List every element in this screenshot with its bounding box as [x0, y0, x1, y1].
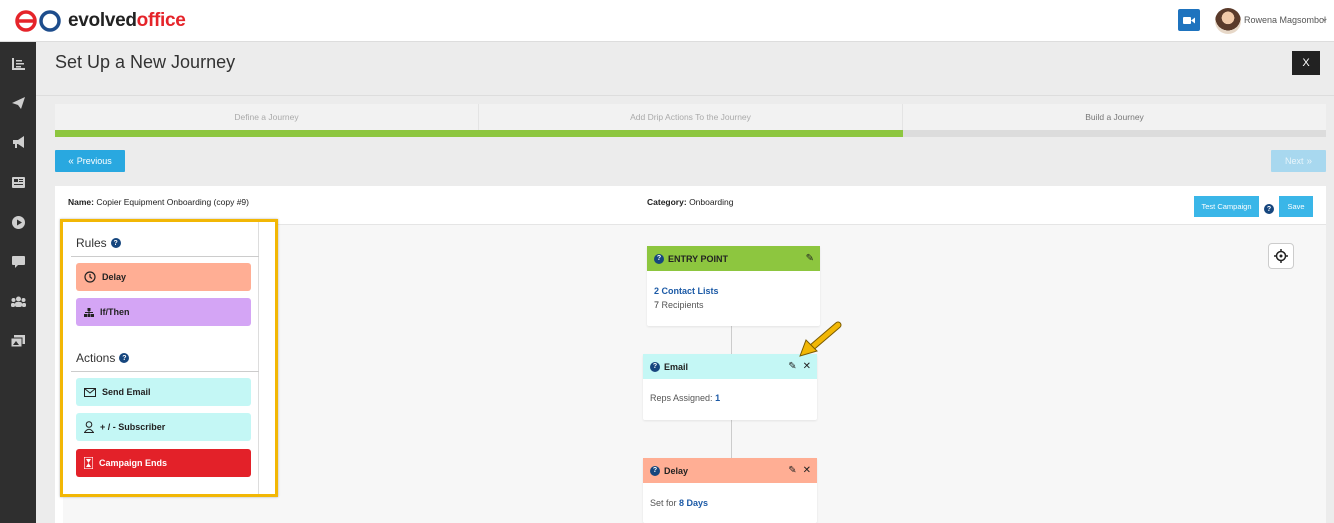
campaign-name: Name: Copier Equipment Onboarding (copy … — [68, 197, 249, 207]
user-name[interactable]: Rowena Magsombol — [1244, 15, 1326, 25]
step-define-journey[interactable]: Define a Journey — [55, 104, 479, 130]
actions-section-title: Actions ? — [76, 351, 130, 365]
step-progress-remaining — [903, 130, 1326, 137]
delay-set-value[interactable]: 8 Days — [679, 498, 708, 508]
help-icon[interactable]: ? — [650, 465, 660, 476]
page-title: Set Up a New Journey — [55, 52, 236, 72]
double-chevron-left-icon: « — [68, 155, 74, 167]
help-icon[interactable]: ? — [654, 253, 664, 264]
delay-node[interactable]: ? Delay ✎ ✕ Set for 8 Days — [643, 458, 817, 523]
logo-text-office: office — [136, 10, 186, 31]
rule-if-then-label: If/Then — [100, 307, 130, 317]
connector-line — [731, 326, 732, 354]
top-bar: evolvedoffice Rowena Magsombol ⌄ — [0, 0, 1334, 42]
delay-set-label: Set for — [650, 498, 677, 508]
rules-title: Rules — [76, 236, 107, 250]
images-icon[interactable] — [9, 332, 27, 350]
email-title: Email — [664, 361, 689, 372]
paper-plane-icon[interactable] — [9, 94, 27, 112]
reps-assigned-value[interactable]: 1 — [715, 393, 720, 403]
entry-point-title: ENTRY POINT — [668, 253, 729, 264]
test-campaign-button[interactable]: Test Campaign — [1194, 196, 1259, 217]
campaign-category-label: Category: — [647, 197, 687, 207]
logo-text-evolved: evolved — [68, 10, 137, 31]
play-icon[interactable] — [9, 213, 27, 231]
campaign-category-value: Onboarding — [689, 197, 734, 207]
avatar[interactable] — [1215, 8, 1241, 34]
action-subscriber-label: + / - Subscriber — [100, 422, 166, 432]
close-icon[interactable]: ✕ — [803, 361, 811, 372]
step-progress-complete — [55, 130, 903, 137]
rule-if-then[interactable]: If/Then — [76, 298, 251, 326]
action-send-email[interactable]: Send Email — [76, 378, 251, 406]
reps-assigned-label: Reps Assigned: — [650, 393, 713, 403]
newspaper-icon[interactable] — [9, 173, 27, 191]
step-add-drip-actions[interactable]: Add Drip Actions To the Journey — [479, 104, 903, 130]
help-icon[interactable]: ? — [1264, 204, 1274, 214]
rule-delay-label: Delay — [102, 272, 127, 282]
pencil-icon[interactable]: ✎ — [788, 465, 796, 476]
campaign-category: Category: Onboarding — [647, 197, 733, 207]
toolbox-panel: Rules ? Delay If/Then Actions ? Send Ema… — [60, 219, 278, 497]
step-progress: Define a Journey Add Drip Actions To the… — [55, 104, 1326, 137]
contact-lists-link[interactable]: 2 Contact Lists — [654, 284, 719, 298]
previous-button[interactable]: « Previous — [55, 150, 125, 172]
clock-icon — [84, 271, 96, 283]
campaign-name-label: Name: — [68, 197, 94, 207]
divider — [71, 371, 259, 372]
save-button[interactable]: Save — [1279, 196, 1313, 217]
next-button[interactable]: Next » — [1271, 150, 1326, 172]
video-camera-icon — [1183, 16, 1195, 24]
chart-bar-icon[interactable] — [9, 55, 27, 73]
previous-label: Previous — [76, 156, 112, 166]
step-build-journey[interactable]: Build a Journey — [903, 104, 1326, 130]
video-camera-button[interactable] — [1178, 9, 1200, 31]
logo-mark-icon — [15, 10, 61, 32]
help-icon[interactable]: ? — [110, 238, 121, 248]
help-icon[interactable]: ? — [119, 353, 130, 363]
sitemap-icon — [84, 307, 94, 317]
recipients-count[interactable]: 7 — [654, 300, 659, 310]
email-node[interactable]: ? Email ✎ ✕ Reps Assigned: 1 — [643, 354, 817, 420]
pencil-icon[interactable]: ✎ — [788, 361, 796, 372]
crosshair-icon — [1274, 249, 1288, 263]
action-send-email-label: Send Email — [102, 387, 151, 397]
next-label: Next — [1284, 156, 1304, 166]
recipients-label: Recipients — [661, 300, 704, 310]
action-subscriber[interactable]: + / - Subscriber — [76, 413, 251, 441]
delay-title: Delay — [664, 465, 689, 476]
campaign-name-value: Copier Equipment Onboarding (copy #9) — [96, 197, 249, 207]
entry-point-node[interactable]: ? ENTRY POINT ✎ 2 Contact Lists 7 Recipi… — [647, 246, 820, 326]
double-chevron-right-icon: » — [1306, 155, 1313, 167]
hourglass-icon — [84, 457, 93, 469]
left-sidebar — [0, 42, 36, 523]
divider — [71, 256, 259, 257]
rule-delay[interactable]: Delay — [76, 263, 251, 291]
rules-section-title: Rules ? — [76, 236, 121, 250]
page-header: Set Up a New Journey X — [36, 42, 1334, 96]
chat-icon[interactable] — [9, 253, 27, 271]
connector-line — [731, 420, 732, 458]
megaphone-icon[interactable] — [9, 133, 27, 151]
user-icon — [84, 421, 94, 433]
actions-title: Actions — [76, 351, 116, 365]
close-button[interactable]: X — [1292, 51, 1320, 75]
envelope-icon — [84, 387, 96, 397]
pencil-icon[interactable]: ✎ — [806, 253, 814, 264]
recenter-button[interactable] — [1268, 243, 1294, 269]
arrow-annotation-icon — [799, 321, 842, 357]
logo[interactable]: evolvedoffice — [14, 8, 186, 34]
users-icon[interactable] — [9, 292, 27, 310]
entry-point-header: ? ENTRY POINT — [647, 246, 820, 271]
close-icon[interactable]: ✕ — [803, 465, 811, 476]
action-campaign-ends-label: Campaign Ends — [99, 458, 168, 468]
chevron-down-icon[interactable]: ⌄ — [1321, 13, 1329, 24]
help-icon[interactable]: ? — [650, 361, 660, 372]
action-campaign-ends[interactable]: Campaign Ends — [76, 449, 251, 477]
